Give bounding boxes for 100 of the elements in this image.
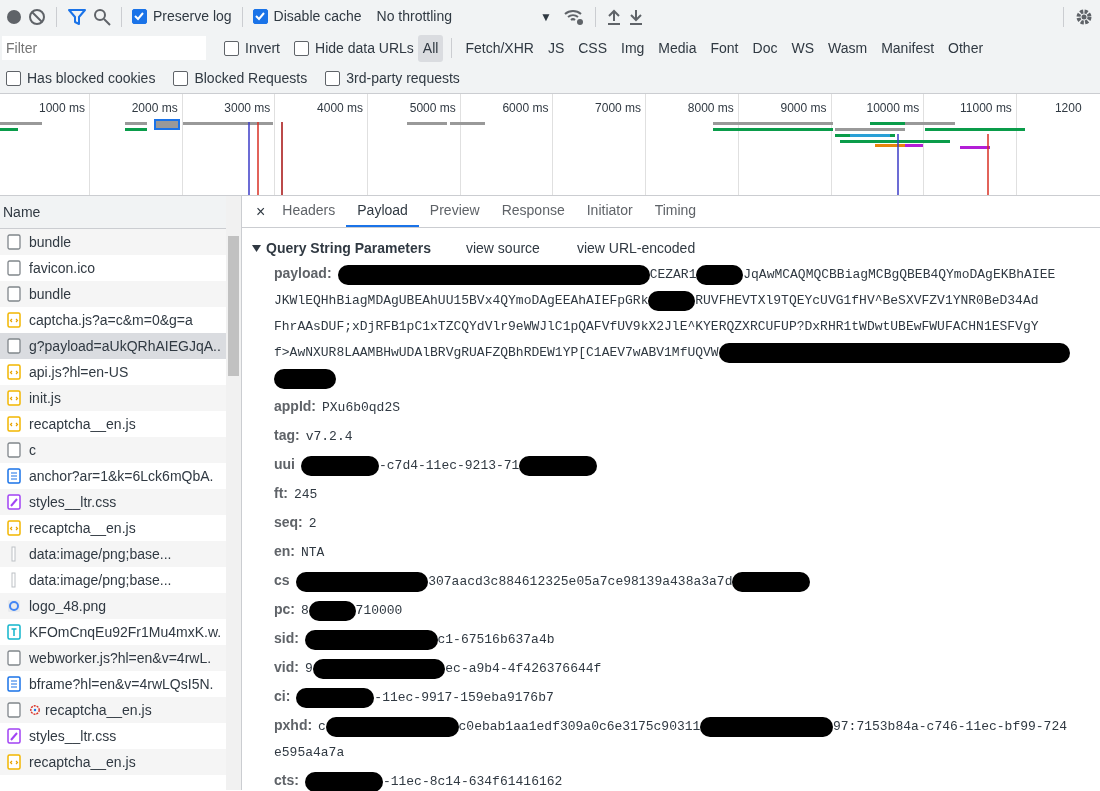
type-filter-button[interactable]: Img: [616, 34, 650, 62]
tab[interactable]: Initiator: [575, 196, 644, 227]
request-name: captcha.js?a=c&m=0&g=a: [29, 310, 193, 330]
request-row[interactable]: c: [0, 437, 227, 463]
request-row[interactable]: bundle: [0, 281, 227, 307]
view-link[interactable]: view source: [465, 238, 540, 259]
view-link[interactable]: view URL-encoded: [576, 238, 696, 259]
request-name: logo_48.png: [29, 596, 107, 616]
checkbox[interactable]: [252, 9, 268, 24]
request-row[interactable]: webworker.js?hl=en&v=4rwL.: [0, 645, 227, 671]
time-tick-label: 3000 ms: [224, 100, 271, 117]
param-value: JqAwMCAQMQCBBiagMCBgQBEB4QYmoDAgEKBhAIEE: [743, 266, 1056, 284]
wifi-settings-icon[interactable]: [562, 7, 585, 26]
time-tick-label: 2000 ms: [131, 100, 178, 117]
checkbox-label: Has blocked cookies: [27, 68, 156, 88]
type-filter-button[interactable]: Other: [943, 34, 989, 62]
request-row[interactable]: logo_48.png: [0, 593, 227, 619]
param-value: 710000: [355, 602, 403, 620]
type-filter-button[interactable]: Manifest: [876, 34, 940, 62]
file-icon: [7, 338, 21, 354]
filter-icon[interactable]: [67, 7, 87, 26]
param-value: -11ec-9917-159eba9176b7: [374, 689, 554, 707]
request-name: bframe?hl=en&v=4rwLQsI5N.: [29, 674, 214, 694]
request-name: KFOmCnqEu92Fr1Mu4mxK.w.: [29, 622, 222, 642]
param-value: c: [318, 718, 326, 736]
type-filter-button[interactable]: Doc: [747, 34, 783, 62]
request-row[interactable]: bframe?hl=en&v=4rwLQsI5N.: [0, 671, 227, 697]
param-value: FhrAAsDUF;xDjRFB1pC1xTZCQYdVlr9eWWJlC1pQAFVfUV9kX2JlE^KYERQZXRCUFUP?DxRHR1tWDwtUBEwFWUFACHN1ESFVgY: [274, 318, 1039, 336]
tab[interactable]: Response: [490, 196, 576, 227]
param-key: cs: [274, 567, 290, 593]
tab[interactable]: Headers: [271, 196, 347, 227]
request-row[interactable]: recaptcha__en.js: [0, 411, 227, 437]
param-value: 307aacd3c884612325e05a7ce98139a438a3a7d: [428, 573, 733, 591]
document-file-icon: [7, 676, 21, 692]
checkbox[interactable]: [173, 70, 189, 86]
request-row[interactable]: styles__ltr.css: [0, 723, 227, 749]
request-row[interactable]: KFOmCnqEu92Fr1Mu4mxK.w.: [0, 619, 227, 645]
time-tick-label: 1000 ms: [38, 100, 85, 117]
param-value: -11ec-8c14-634f61416162: [382, 773, 563, 791]
close-button[interactable]: ×: [250, 196, 272, 227]
stylesheet-file-icon: [7, 494, 21, 510]
file-icon: [7, 650, 21, 666]
request-row[interactable]: data:image/png;base...: [0, 541, 227, 567]
param-key: cts:: [274, 767, 299, 791]
download-icon[interactable]: [627, 7, 644, 26]
param-value: 2: [308, 515, 317, 533]
request-row[interactable]: init.js: [0, 385, 227, 411]
type-filter-button[interactable]: CSS: [573, 34, 612, 62]
param-value: f>AwNXUR8LAAMBHwUDAlBRVgRUAFZQBhRDEW1YP[C1AEV7wABV1MfUQVW: [274, 344, 719, 362]
type-filter-button[interactable]: Font: [705, 34, 744, 62]
type-filter-button[interactable]: All: [417, 34, 444, 62]
type-filter-button[interactable]: WS: [786, 34, 819, 62]
request-row[interactable]: api.js?hl=en-US: [0, 359, 227, 385]
request-row[interactable]: styles__ltr.css: [0, 489, 227, 515]
font-file-icon: [7, 624, 21, 640]
checkbox[interactable]: [224, 40, 239, 56]
checkbox[interactable]: [132, 9, 147, 24]
redaction-mark: [696, 264, 744, 285]
time-tick-label: 1200: [1054, 100, 1082, 117]
request-row[interactable]: bundle: [0, 229, 227, 255]
script-file-icon: [7, 364, 21, 380]
throttling-dropdown[interactable]: No throttling ▼: [371, 3, 557, 30]
checkbox[interactable]: [294, 40, 309, 56]
checkbox-label: Blocked Requests: [194, 68, 308, 88]
search-icon[interactable]: [93, 7, 111, 26]
request-row[interactable]: g?payload=aUkQRhAIEGJqA..: [0, 333, 227, 359]
request-row[interactable]: recaptcha__en.js: [0, 697, 227, 723]
param-key: tag:: [274, 422, 300, 448]
request-row[interactable]: favicon.ico: [0, 255, 227, 281]
request-row[interactable]: recaptcha__en.js: [0, 749, 227, 775]
request-row[interactable]: anchor?ar=1&k=6Lck6mQbA.: [0, 463, 227, 489]
checkbox-label: Invert: [245, 38, 280, 58]
tab[interactable]: Preview: [418, 196, 491, 227]
param-key: ft:: [274, 480, 288, 506]
checkbox[interactable]: [6, 70, 21, 86]
param-value: 245: [294, 486, 318, 504]
checkbox[interactable]: [325, 70, 341, 86]
image-file-icon: [7, 598, 21, 614]
tab[interactable]: Payload: [346, 196, 419, 227]
expand-triangle-icon[interactable]: [252, 244, 261, 253]
request-name: recaptcha__en.js: [45, 700, 152, 720]
clear-icon[interactable]: [28, 7, 46, 26]
request-row[interactable]: captcha.js?a=c&m=0&g=a: [0, 307, 227, 333]
param-key: pxhd:: [274, 712, 313, 738]
param-value: CEZAR1: [649, 266, 697, 284]
request-name: anchor?ar=1&k=6Lck6mQbA.: [29, 466, 214, 486]
column-header: Name: [3, 202, 41, 222]
record-button[interactable]: [6, 8, 22, 25]
request-row[interactable]: data:image/png;base...: [0, 567, 227, 593]
type-filter-button[interactable]: JS: [542, 34, 570, 62]
type-filter-button[interactable]: Wasm: [823, 34, 873, 62]
filter-field[interactable]: Filter: [2, 36, 206, 60]
request-row[interactable]: recaptcha__en.js: [0, 515, 227, 541]
upload-icon[interactable]: [605, 7, 622, 26]
request-name: g?payload=aUkQRhAIEGJqA..: [29, 336, 221, 356]
type-filter-button[interactable]: Media: [653, 34, 702, 62]
tab[interactable]: Timing: [643, 196, 708, 227]
time-tick-label: 10000 ms: [866, 100, 920, 117]
document-file-icon: [7, 468, 21, 484]
type-filter-button[interactable]: Fetch/XHR: [460, 34, 539, 62]
